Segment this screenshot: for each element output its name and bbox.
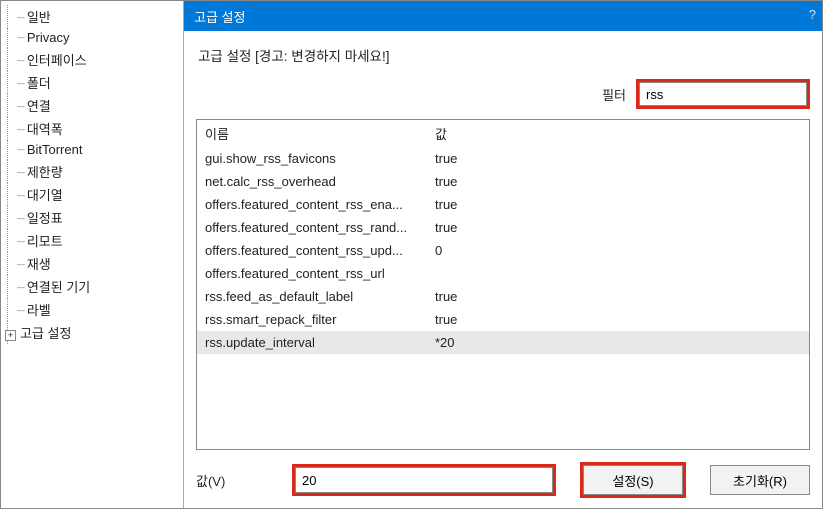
expand-icon[interactable]: + bbox=[5, 330, 16, 341]
sidebar-item-playback[interactable]: ┈재생 bbox=[1, 252, 183, 275]
cell-name: rss.update_interval bbox=[197, 333, 427, 352]
cell-value: true bbox=[427, 172, 809, 191]
value-input[interactable] bbox=[295, 467, 553, 493]
cell-name: rss.feed_as_default_label bbox=[197, 287, 427, 306]
sidebar-item-interface[interactable]: ┈인터페이스 bbox=[1, 48, 183, 71]
sidebar-item-scheduler[interactable]: ┈일정표 bbox=[1, 206, 183, 229]
cell-name: offers.featured_content_rss_url bbox=[197, 264, 427, 283]
list-header: 이름 값 bbox=[197, 120, 809, 147]
value-label: 값(V) bbox=[196, 471, 268, 490]
table-row[interactable]: rss.smart_repack_filtertrue bbox=[197, 308, 809, 331]
sidebar: ┈일반 ┈Privacy ┈인터페이스 ┈폴더 ┈연결 ┈대역폭 ┈BitTor… bbox=[1, 1, 184, 508]
sidebar-item-folder[interactable]: ┈폴더 bbox=[1, 71, 183, 94]
table-row[interactable]: offers.featured_content_rss_upd...0 bbox=[197, 239, 809, 262]
sidebar-item-labels[interactable]: ┈라벨 bbox=[1, 298, 183, 321]
cell-name: offers.featured_content_rss_upd... bbox=[197, 241, 427, 260]
cell-value: true bbox=[427, 218, 809, 237]
table-row[interactable]: gui.show_rss_faviconstrue bbox=[197, 147, 809, 170]
bottom-row: 값(V) 설정(S) 초기화(R) bbox=[196, 462, 810, 498]
sidebar-item-bandwidth[interactable]: ┈대역폭 bbox=[1, 117, 183, 140]
sidebar-item-connection[interactable]: ┈연결 bbox=[1, 94, 183, 117]
content: 고급 설정 [경고: 변경하지 마세요!] 필터 이름 값 gui.show_r… bbox=[184, 31, 822, 508]
table-row[interactable]: offers.featured_content_rss_ena...true bbox=[197, 193, 809, 216]
table-row[interactable]: offers.featured_content_rss_url bbox=[197, 262, 809, 285]
page-title: 고급 설정 bbox=[194, 7, 245, 26]
set-highlight: 설정(S) bbox=[580, 462, 686, 498]
settings-window: ┈일반 ┈Privacy ┈인터페이스 ┈폴더 ┈연결 ┈대역폭 ┈BitTor… bbox=[0, 0, 823, 509]
cell-value: true bbox=[427, 287, 809, 306]
cell-value: true bbox=[427, 310, 809, 329]
sidebar-item-bittorrent[interactable]: ┈BitTorrent bbox=[1, 140, 183, 160]
sidebar-item-devices[interactable]: ┈연결된 기기 bbox=[1, 275, 183, 298]
table-row[interactable]: net.calc_rss_overheadtrue bbox=[197, 170, 809, 193]
filter-row: 필터 bbox=[196, 79, 810, 109]
cell-value: *20 bbox=[427, 333, 809, 352]
col-name[interactable]: 이름 bbox=[197, 120, 427, 147]
sidebar-item-advanced[interactable]: +고급 설정 bbox=[1, 321, 183, 344]
table-row[interactable]: rss.update_interval*20 bbox=[197, 331, 809, 354]
sidebar-item-remote[interactable]: ┈리모트 bbox=[1, 229, 183, 252]
reset-button[interactable]: 초기화(R) bbox=[710, 465, 810, 495]
cell-name: offers.featured_content_rss_rand... bbox=[197, 218, 427, 237]
cell-name: gui.show_rss_favicons bbox=[197, 149, 427, 168]
main-panel: 고급 설정 ? 고급 설정 [경고: 변경하지 마세요!] 필터 이름 값 gu… bbox=[184, 1, 822, 508]
titlebar: 고급 설정 ? bbox=[184, 1, 822, 31]
filter-label: 필터 bbox=[602, 85, 626, 104]
cell-name: rss.smart_repack_filter bbox=[197, 310, 427, 329]
filter-highlight bbox=[636, 79, 810, 109]
cell-name: offers.featured_content_rss_ena... bbox=[197, 195, 427, 214]
set-button[interactable]: 설정(S) bbox=[583, 465, 683, 495]
sidebar-item-limits[interactable]: ┈제한량 bbox=[1, 160, 183, 183]
warning-text: 고급 설정 [경고: 변경하지 마세요!] bbox=[198, 45, 808, 65]
sidebar-item-general[interactable]: ┈일반 bbox=[1, 5, 183, 28]
sidebar-item-privacy[interactable]: ┈Privacy bbox=[1, 28, 183, 48]
help-icon[interactable]: ? bbox=[809, 7, 816, 22]
value-highlight bbox=[292, 464, 556, 496]
cell-value: 0 bbox=[427, 241, 809, 260]
cell-value: true bbox=[427, 195, 809, 214]
table-row[interactable]: offers.featured_content_rss_rand...true bbox=[197, 216, 809, 239]
cell-value bbox=[427, 264, 809, 283]
settings-list[interactable]: 이름 값 gui.show_rss_faviconstruenet.calc_r… bbox=[196, 119, 810, 450]
cell-name: net.calc_rss_overhead bbox=[197, 172, 427, 191]
table-row[interactable]: rss.feed_as_default_labeltrue bbox=[197, 285, 809, 308]
sidebar-item-queue[interactable]: ┈대기열 bbox=[1, 183, 183, 206]
filter-input[interactable] bbox=[639, 82, 807, 106]
col-value[interactable]: 값 bbox=[427, 120, 809, 147]
cell-value: true bbox=[427, 149, 809, 168]
